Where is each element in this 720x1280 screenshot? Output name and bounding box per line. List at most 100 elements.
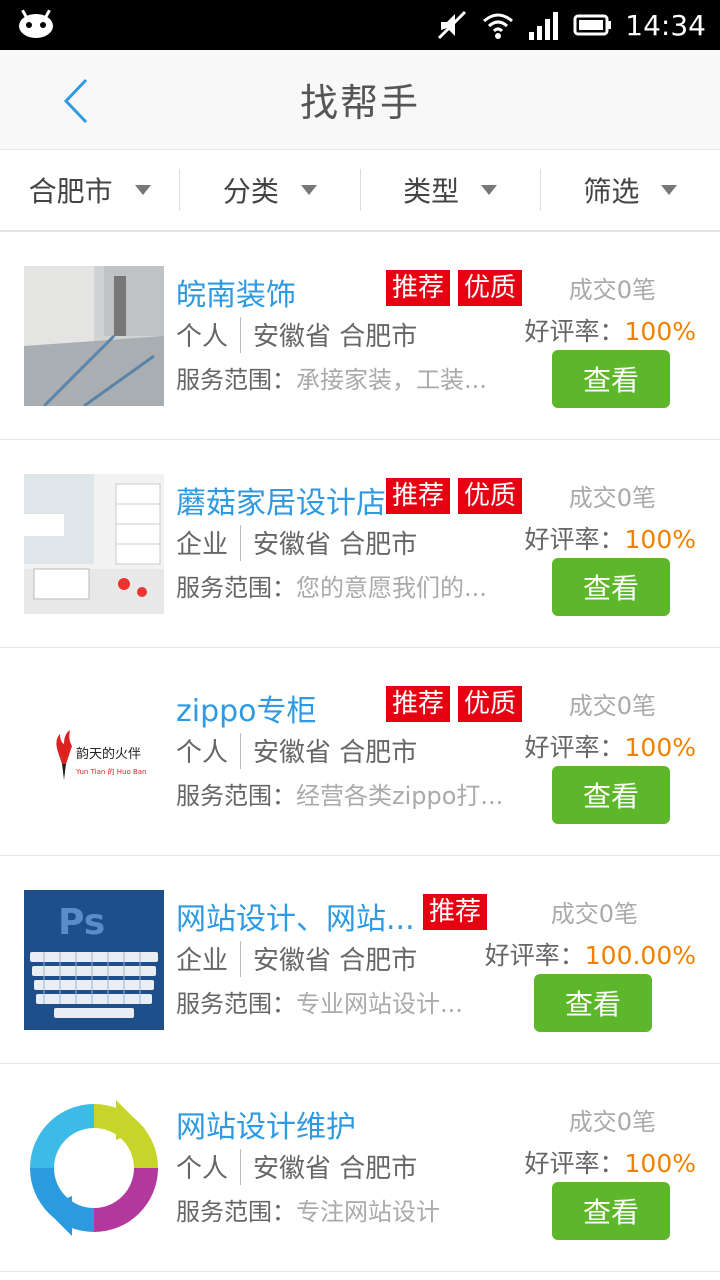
scope-label: 服务范围： [176,574,296,602]
rating-label: 好评率： [524,733,625,762]
tag-quality: 优质 [458,686,523,722]
list-item[interactable]: 蘑菇家居设计店 推荐 优质 企业 安徽省 合肥市 服务范围：您的意愿我们的...… [0,440,720,648]
filter-city[interactable]: 合肥市 [0,169,181,211]
back-icon[interactable] [58,76,98,126]
tag-recommend: 推荐 [386,478,451,514]
scope-label: 服务范围： [176,366,296,394]
item-deals: 成交0笔 [568,1108,656,1136]
item-rating: 好评率：100% [525,1144,697,1180]
tag-group: 推荐 优质 [386,686,523,722]
item-thumbnail-logo: 韵天的火伴 Yun Tian 的 Huo Ban [24,682,164,822]
scope-label: 服务范围： [176,1198,296,1226]
list-item[interactable]: 皖南装饰 推荐 优质 个人 安徽省 合肥市 服务范围：承接家装，工装... 成交… [0,232,720,440]
filter-screen[interactable]: 筛选 [541,169,720,211]
item-location: 安徽省 合肥市 [253,946,418,976]
item-type: 个人 [176,322,229,352]
signal-icon [527,8,561,42]
scope-desc: 专业网站设计... [296,990,463,1018]
item-name[interactable]: zippo专柜 [176,686,317,730]
scope-desc: 您的意愿我们的... [296,574,487,602]
rating-label: 好评率： [524,1149,625,1178]
list-item[interactable]: Ps 网站设计、网站... 推荐 企业 安徽省 合肥市 服务范围：专业网站设计.… [0,856,720,1064]
item-location: 安徽省 合肥市 [253,322,418,352]
item-scope: 服务范围：专业网站设计... [176,984,463,1019]
view-button[interactable]: 查看 [552,1182,670,1240]
rating-value: 100% [624,1149,696,1178]
scope-desc: 经营各类zippo打... [296,782,504,810]
item-thumbnail-refresh [24,1098,164,1238]
item-name[interactable]: 网站设计、网站... [176,894,415,938]
item-name[interactable]: 皖南装饰 [176,270,296,314]
battery-icon [573,8,613,42]
item-name[interactable]: 网站设计维护 [176,1102,356,1146]
item-deals: 成交0笔 [568,484,656,512]
item-scope: 服务范围：专注网站设计 [176,1192,440,1227]
chevron-down-icon [300,185,317,195]
item-rating: 好评率：100% [525,728,697,764]
item-meta: 企业 安徽省 合肥市 [176,524,417,561]
filter-label: 筛选 [583,175,640,208]
scope-label: 服务范围： [176,782,296,810]
view-button[interactable]: 查看 [552,558,670,616]
list-item[interactable]: 韵天的火伴 Yun Tian 的 Huo Ban zippo专柜 推荐 优质 个人… [0,648,720,856]
item-thumbnail-interior [24,474,164,614]
item-deals: 成交0笔 [568,692,656,720]
filter-label: 合肥市 [28,175,113,208]
divider [240,316,242,353]
item-meta: 个人 安徽省 合肥市 [176,732,417,769]
page-title: 找帮手 [299,81,420,125]
item-name[interactable]: 蘑菇家居设计店 [176,478,386,522]
rating-value: 100.00% [584,941,696,970]
item-deals: 成交0笔 [568,276,656,304]
item-scope: 服务范围：承接家装，工装... [176,360,487,395]
item-deals: 成交0笔 [550,900,638,928]
tag-quality: 优质 [458,478,523,514]
item-meta: 个人 安徽省 合肥市 [176,1148,417,1185]
item-location: 安徽省 合肥市 [253,1154,418,1184]
filter-type[interactable]: 类型 [361,169,541,211]
item-rating: 好评率：100% [525,520,697,556]
logo-text: 韵天的火伴 [76,746,141,762]
view-button[interactable]: 查看 [552,350,670,408]
tag-group: 推荐 优质 [386,478,523,514]
chevron-down-icon [481,185,498,195]
item-thumbnail-keyboard: Ps [24,890,164,1030]
item-location: 安徽省 合肥市 [253,738,418,768]
item-scope: 服务范围：经营各类zippo打... [176,776,503,811]
item-thumbnail-room [24,266,164,406]
rating-value: 100% [624,733,696,762]
tag-recommend: 推荐 [386,686,451,722]
item-type: 个人 [176,738,229,768]
filter-category[interactable]: 分类 [180,169,361,211]
svg-text:Ps: Ps [58,902,105,943]
item-type: 企业 [176,946,229,976]
mute-icon [435,8,469,42]
logo-sub: Yun Tian 的 Huo Ban [75,767,147,776]
status-bar: 14:34 [0,0,720,50]
item-meta: 企业 安徽省 合肥市 [176,940,417,977]
scope-desc: 承接家装，工装... [296,366,487,394]
tag-recommend: 推荐 [386,270,451,306]
filter-label: 分类 [222,175,279,208]
rating-value: 100% [624,317,696,346]
view-button[interactable]: 查看 [552,766,670,824]
rating-label: 好评率： [484,941,585,970]
tag-recommend: 推荐 [423,894,488,930]
rating-value: 100% [624,525,696,554]
divider [240,524,242,561]
rating-label: 好评率： [524,525,625,554]
item-location: 安徽省 合肥市 [253,530,418,560]
divider [240,1148,242,1185]
filter-label: 类型 [403,175,460,208]
tag-group: 推荐 优质 [386,270,523,306]
chevron-down-icon [134,185,151,195]
app-header: 找帮手 [0,50,720,150]
item-type: 个人 [176,1154,229,1184]
chevron-down-icon [661,185,678,195]
item-rating: 好评率：100.00% [485,936,696,972]
view-button[interactable]: 查看 [534,974,652,1032]
scope-desc: 专注网站设计 [296,1198,440,1226]
divider [240,940,242,977]
list-item[interactable]: 网站设计维护 个人 安徽省 合肥市 服务范围：专注网站设计 成交0笔 好评率：1… [0,1064,720,1272]
item-scope: 服务范围：您的意愿我们的... [176,568,487,603]
